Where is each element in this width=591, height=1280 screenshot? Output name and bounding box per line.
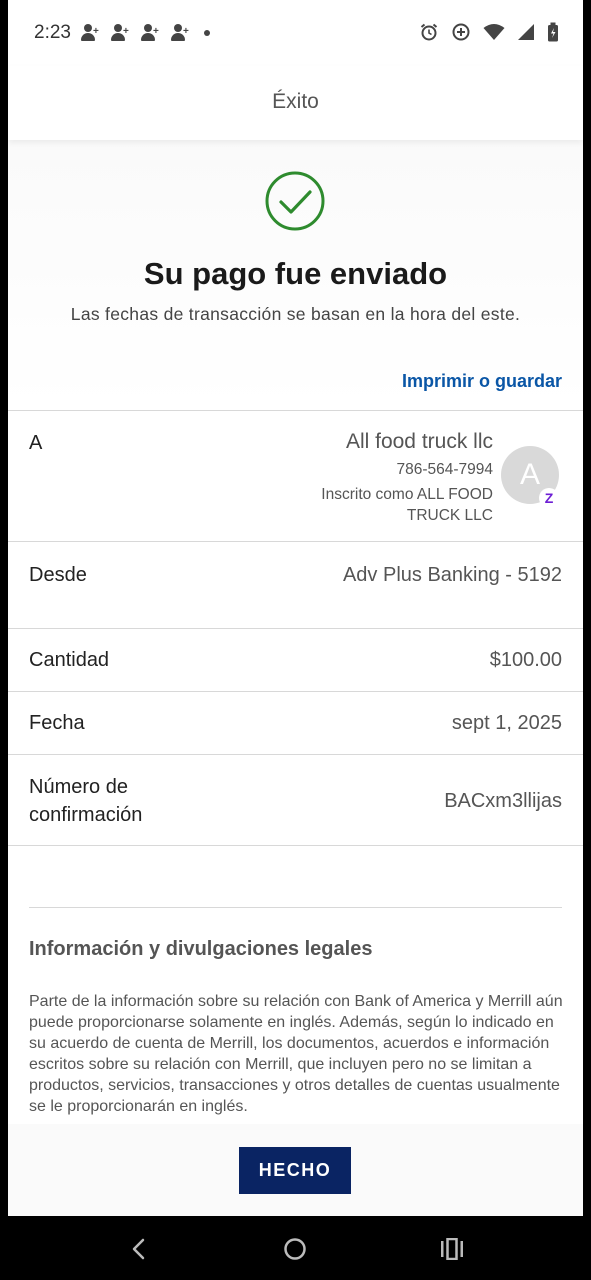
amount-row: Cantidad $100.00: [8, 629, 583, 691]
battery-icon: [548, 22, 558, 42]
legal-disclosures: Información y divulgaciones legales Part…: [8, 846, 583, 1128]
back-icon[interactable]: [124, 1234, 154, 1264]
person-add-icon: +: [80, 24, 100, 42]
confirmation-number: BACxm3llijas: [444, 790, 562, 812]
recipient-enrolled-name: Inscrito como ALL FOOD TRUCK LLC: [321, 486, 493, 524]
app-header: Éxito: [8, 66, 583, 140]
timezone-note: Las fechas de transacción se basan en la…: [70, 304, 521, 324]
alarm-icon: [420, 23, 438, 41]
recent-apps-icon[interactable]: [437, 1234, 467, 1264]
divider: [29, 907, 562, 908]
status-bar: 2:23 + + + +: [8, 0, 583, 66]
recipient-name: All food truck llc: [345, 430, 493, 453]
from-account-value: Adv Plus Banking - 5192: [342, 564, 562, 586]
legal-heading: Información y divulgaciones legales: [29, 938, 373, 960]
success-heading: Su pago fue enviado: [143, 256, 448, 291]
amount-value: $100.00: [489, 649, 562, 671]
data-saver-icon: [452, 23, 470, 41]
app-screen: 2:23 + + + + Éxito Su pago fue enviado L…: [8, 0, 583, 1216]
from-label: Desde: [29, 564, 87, 586]
date-label: Fecha: [29, 712, 85, 734]
date-row: Fecha sept 1, 2025: [8, 692, 583, 754]
date-value: sept 1, 2025: [451, 712, 562, 734]
recipient-row: A All food truck llc 786-564-7994 Inscri…: [8, 411, 583, 541]
zelle-icon: Z: [539, 488, 559, 508]
footer-bar: HECHO: [8, 1124, 583, 1216]
success-summary: Su pago fue enviado Las fechas de transa…: [8, 140, 583, 410]
more-notifications-dot-icon: [204, 30, 210, 36]
system-icons: [419, 22, 559, 42]
home-icon[interactable]: [280, 1234, 310, 1264]
wifi-icon: [483, 24, 505, 40]
done-button[interactable]: HECHO: [239, 1147, 351, 1194]
person-add-icon: +: [140, 24, 160, 42]
legal-text: Parte de la información sobre su relació…: [29, 993, 563, 1115]
confirmation-label: Número de confirmación: [29, 776, 143, 826]
page-title: Éxito: [272, 90, 319, 113]
status-time: 2:23: [34, 22, 71, 43]
person-add-icon: +: [110, 24, 130, 42]
content-scroll-area[interactable]: Su pago fue enviado Las fechas de transa…: [8, 140, 583, 1128]
amount-label: Cantidad: [29, 649, 110, 671]
from-account-row: Desde Adv Plus Banking - 5192: [8, 542, 583, 628]
recipient-label: A: [29, 432, 43, 454]
system-navigation-bar: [0, 1216, 591, 1280]
signal-icon: [518, 24, 534, 40]
print-or-save-link[interactable]: Imprimir o guardar: [402, 371, 562, 392]
person-add-icon: +: [170, 24, 190, 42]
recipient-phone: 786-564-7994: [396, 461, 493, 478]
notification-icons: + + + +: [80, 24, 210, 42]
check-circle-icon: [265, 171, 325, 236]
confirmation-row: Número de confirmación BACxm3llijas: [8, 755, 583, 845]
